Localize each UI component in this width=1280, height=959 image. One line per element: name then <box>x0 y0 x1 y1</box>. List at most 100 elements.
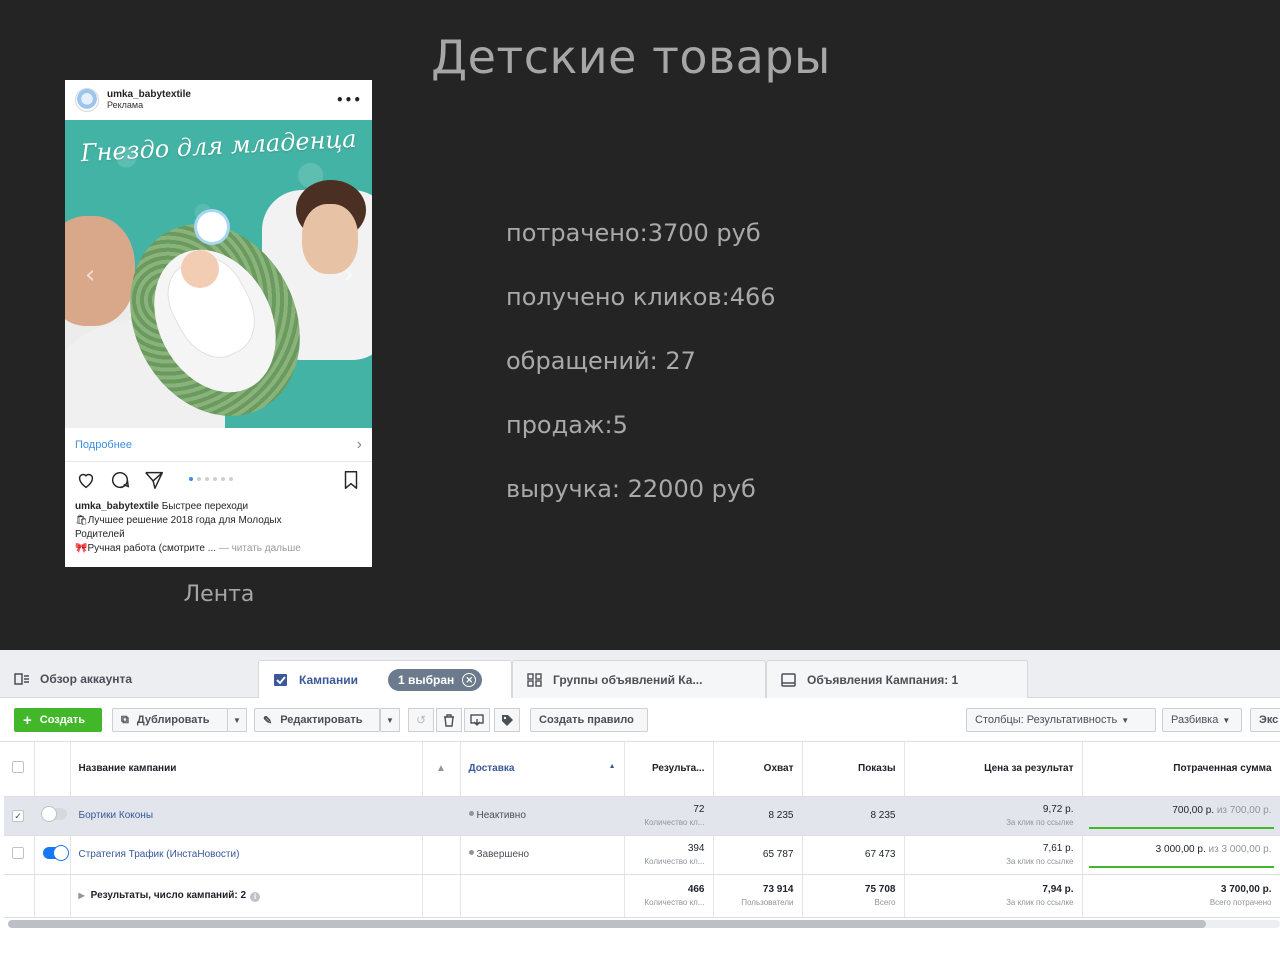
column-header-reach[interactable]: Охват <box>713 742 803 797</box>
create-rule-button[interactable]: Создать правило <box>530 708 648 732</box>
row-checkbox[interactable] <box>12 847 24 859</box>
brand-logo <box>197 212 227 242</box>
totals-label: Результаты, число кампаний: 2 <box>90 889 247 901</box>
horizontal-scrollbar[interactable] <box>8 920 1280 928</box>
cta-bar[interactable]: Подробнее › <box>65 428 372 462</box>
info-icon[interactable]: i <box>250 891 261 902</box>
slide-title: Детские товары <box>431 30 831 84</box>
tab-campaigns[interactable]: Кампании 1 выбран ✕ <box>258 660 512 699</box>
spent-cell: 700,00 р. из 700,00 р. <box>1082 796 1280 836</box>
impressions-cell: 8 235 <box>802 796 905 836</box>
bookmark-icon[interactable] <box>340 469 362 491</box>
stat-clicks: получено кликов:466 <box>506 283 776 311</box>
post-header: umka_babytextile Реклама ••• <box>65 80 372 120</box>
stat-revenue: выручка: 22000 руб <box>506 475 756 503</box>
stat-spent: потрачено:3700 руб <box>506 219 761 247</box>
more-options-icon[interactable]: ••• <box>336 93 362 107</box>
carousel-dot <box>189 477 193 481</box>
duplicate-button[interactable]: ⧉ Дублировать <box>112 708 228 732</box>
comment-icon[interactable] <box>109 469 131 491</box>
heart-icon[interactable] <box>75 469 97 491</box>
table-row[interactable]: ✓ Бортики Коконы Неактивно 72 Количество … <box>4 796 1280 836</box>
warning-icon: ▲ <box>436 763 446 775</box>
checkbox-icon <box>274 674 287 686</box>
read-more-link[interactable]: — читать дальше <box>219 543 301 554</box>
export-button[interactable]: Экс <box>1250 708 1280 732</box>
campaign-toolbar: + Создать ⧉ Дублировать ▼ ✎ Редактироват… <box>0 698 1280 742</box>
undo-icon: ↺ <box>415 713 427 727</box>
carousel-indicator <box>189 477 233 481</box>
ads-manager-panel: Обзор аккаунта Кампании 1 выбран ✕ Групп… <box>0 650 1280 959</box>
columns-dropdown[interactable]: Столбцы: Результативность ▼ <box>966 708 1156 732</box>
campaign-toggle[interactable] <box>41 807 67 821</box>
plus-icon: + <box>23 711 32 729</box>
results-cell: 72 Количество кл... <box>624 796 714 836</box>
results-cell: 394 Количество кл... <box>624 835 714 875</box>
carousel-dot <box>213 477 217 481</box>
tab-ad-sets[interactable]: Группы объявлений Ка... <box>512 660 766 698</box>
column-header-delivery[interactable]: Доставка ▲ <box>460 742 625 797</box>
select-all-checkbox[interactable] <box>12 761 24 774</box>
breakdown-dropdown[interactable]: Разбивка ▼ <box>1162 708 1242 732</box>
campaign-name-link[interactable]: Бортики Коконы <box>79 810 154 821</box>
caption-username[interactable]: umka_babytextile <box>75 501 159 512</box>
delivery-status: Завершено <box>460 835 625 875</box>
duplicate-icon: ⧉ <box>121 713 129 726</box>
preview-button[interactable] <box>464 708 490 732</box>
placement-caption: Лента <box>183 582 255 607</box>
campaign-toggle[interactable] <box>42 846 68 860</box>
duplicate-dropdown[interactable]: ▼ <box>227 708 247 732</box>
sort-ascending-icon: ▲ <box>608 763 616 771</box>
chevron-right-icon: › <box>356 435 362 453</box>
total-results-cell: 466 Количество кл... <box>624 874 714 918</box>
column-header-name[interactable]: Название кампании <box>70 742 423 797</box>
tag-button[interactable] <box>494 708 520 732</box>
avatar[interactable] <box>75 88 99 112</box>
carousel-next-icon[interactable]: › <box>344 260 354 290</box>
undo-button[interactable]: ↺ <box>408 708 434 732</box>
tab-account-overview[interactable]: Обзор аккаунта <box>0 660 256 698</box>
row-checkbox[interactable]: ✓ <box>12 809 24 822</box>
column-header-impressions[interactable]: Показы <box>802 742 905 797</box>
reach-cell: 8 235 <box>713 796 803 836</box>
column-header-cost-per-result[interactable]: Цена за результат <box>904 742 1083 797</box>
share-icon[interactable] <box>143 469 165 491</box>
post-image[interactable]: Гнездо для младенца ‹ › <box>65 120 372 428</box>
stat-sales: продаж:5 <box>506 411 628 439</box>
tab-ads[interactable]: Объявления Кампания: 1 <box>766 660 1028 698</box>
table-header-row: Название кампании ▲ Доставка ▲ Результа..… <box>4 742 1280 797</box>
level-tabs: Обзор аккаунта Кампании 1 выбран ✕ Групп… <box>0 650 1280 699</box>
table-row[interactable]: Стратегия Трафик (ИнстаНовости) Завершен… <box>4 835 1280 875</box>
post-username[interactable]: umka_babytextile <box>107 89 191 100</box>
caret-down-icon: ▼ <box>386 715 394 725</box>
carousel-dot <box>197 477 201 481</box>
carousel-dot <box>221 477 225 481</box>
impressions-cell: 67 473 <box>802 835 905 875</box>
column-header-results[interactable]: Результа... <box>624 742 714 797</box>
totals-row: ▶ Результаты, число кампаний: 2i 466 Колич… <box>4 874 1280 918</box>
expand-caret-icon[interactable]: ▶ <box>79 891 85 900</box>
caret-down-icon: ▼ <box>1222 715 1231 725</box>
scrollbar-thumb[interactable] <box>8 920 1206 928</box>
spend-progress-bar <box>1088 865 1274 868</box>
caret-down-icon: ▼ <box>1121 715 1130 725</box>
cost-cell: 7,61 р. За клик по ссылке <box>904 835 1083 875</box>
total-cost-cell: 7,94 р. За клик по ссылке <box>904 874 1083 918</box>
selected-count-pill[interactable]: 1 выбран ✕ <box>387 669 483 691</box>
pencil-icon: ✎ <box>263 714 273 727</box>
create-button[interactable]: + Создать <box>14 708 102 732</box>
clear-selection-icon[interactable]: ✕ <box>462 673 477 687</box>
edit-dropdown[interactable]: ▼ <box>380 708 400 732</box>
trash-icon <box>444 713 454 727</box>
post-actions <box>65 462 372 498</box>
carousel-prev-icon[interactable]: ‹ <box>85 260 95 290</box>
delete-button[interactable] <box>436 708 462 732</box>
delivery-status: Неактивно <box>460 796 625 836</box>
post-caption: umka_babytextile Быстрее переходи 🛍Лучше… <box>75 501 301 554</box>
campaign-name-link[interactable]: Стратегия Трафик (ИнстаНовости) <box>79 849 240 860</box>
edit-button[interactable]: ✎ Редактировать <box>254 708 380 732</box>
column-header-warnings[interactable]: ▲ <box>422 742 461 797</box>
ad-icon <box>781 672 796 687</box>
stats-list: потрачено:3700 руб получено кликов:466 о… <box>506 218 776 538</box>
column-header-amount-spent[interactable]: Потраченная сумма <box>1082 742 1280 797</box>
